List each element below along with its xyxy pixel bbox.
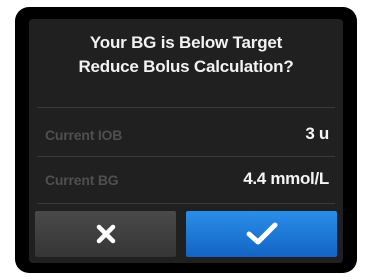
dialog-title-line-2: Reduce Bolus Calculation? (78, 57, 294, 76)
dialog-title-line-1: Your BG is Below Target (89, 33, 283, 52)
dialog-title: Your BG is Below Target Reduce Bolus Cal… (29, 31, 343, 79)
confirm-button[interactable] (186, 211, 337, 257)
iob-value: 3 u (305, 124, 329, 143)
close-icon (96, 224, 115, 244)
bg-warning-dialog: Your BG is Below Target Reduce Bolus Cal… (29, 19, 343, 263)
pump-device-frame: Your BG is Below Target Reduce Bolus Cal… (15, 7, 357, 273)
bg-value: 4.4 mmol/L (243, 169, 329, 188)
checkmark-icon (246, 222, 277, 245)
iob-row: Current IOB 3 u (37, 119, 335, 153)
bg-row: Current BG 4.4 mmol/L (37, 164, 335, 198)
bg-label: Current BG (45, 172, 119, 188)
cancel-button[interactable] (35, 211, 176, 257)
iob-label: Current IOB (45, 127, 123, 143)
divider (37, 156, 335, 157)
divider (37, 203, 335, 204)
divider (37, 107, 335, 108)
